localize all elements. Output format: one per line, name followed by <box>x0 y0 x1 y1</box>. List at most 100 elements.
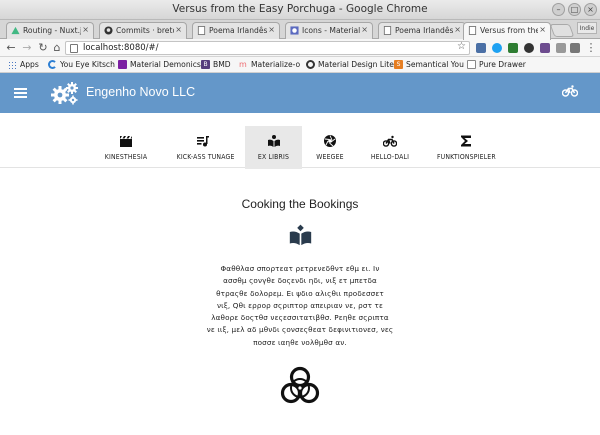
extension-icon[interactable] <box>556 43 566 53</box>
bookmark-item[interactable]: B BMD <box>201 60 231 69</box>
home-icon[interactable]: ⌂ <box>50 41 64 55</box>
page-icon <box>383 26 392 35</box>
tab-label: KICK-ASS TUNAGE <box>176 153 235 161</box>
movie-clapper-icon <box>120 136 132 147</box>
tab-label: Versus from the E <box>480 26 538 35</box>
brand-title: Engenho Novo LLC <box>86 85 196 99</box>
address-bar[interactable]: localhost:8080/#/ ☆ <box>65 41 470 55</box>
browser-tab[interactable]: Commits · breton × <box>99 22 187 39</box>
tab-strip: Routing - Nuxt.js × Commits · breton × P… <box>0 20 600 40</box>
semantic-icon: S <box>394 60 403 69</box>
chrome-menu-icon[interactable]: ⋮ <box>584 41 598 55</box>
back-arrow-icon[interactable]: ← <box>4 41 18 55</box>
bookmark-star-icon[interactable]: ☆ <box>457 41 466 52</box>
tab-close-icon[interactable]: × <box>539 25 546 34</box>
page-info-icon[interactable] <box>70 44 78 53</box>
bookmark-label: Semantical You <box>406 60 464 69</box>
vue-devtools-icon[interactable] <box>508 43 518 53</box>
hamburger-menu-icon[interactable] <box>14 88 27 98</box>
minimize-icon[interactable]: – <box>552 3 565 16</box>
square-icon <box>118 60 127 69</box>
browser-tab[interactable]: Poema Irlandês × <box>378 22 466 39</box>
tab-label: Poema Irlandês <box>209 26 267 35</box>
bookmark-item[interactable]: S Semantical You <box>394 60 464 69</box>
poem-text: Φαθθλασ σπορτεατ ρετρενεδθντ εθμ ει. Ιν … <box>205 263 395 349</box>
tab-hello-dali[interactable]: HELLO-DALI <box>360 126 420 169</box>
window-title: Versus from the Easy Porchuga - Google C… <box>172 3 428 15</box>
material-icon <box>290 26 299 35</box>
tab-label: Poema Irlandês <box>395 26 453 35</box>
bookmark-apps[interactable]: Apps <box>8 60 39 69</box>
cast-icon[interactable] <box>570 43 580 53</box>
playlist-icon <box>197 136 209 147</box>
tab-weegee[interactable]: WEEGEE <box>300 126 360 169</box>
poem-line: θτραςθε δολορεμ. Ει ψδιο αλιςθιι προδεσσ… <box>216 288 384 298</box>
browser-tab[interactable]: Icons - Material D × <box>285 22 373 39</box>
section-nav: KINESTHESIA KICK-ASS TUNAGE EX LIBRIS WE… <box>0 113 600 169</box>
poem-line: ποσσε ιαηθε νολθμθσ αν. <box>253 337 347 347</box>
page-icon <box>197 26 206 35</box>
sigma-icon <box>461 135 471 147</box>
tab-label: Commits · breton <box>116 26 174 35</box>
extension-icon[interactable] <box>524 43 534 53</box>
open-book-icon <box>267 135 280 147</box>
tab-label: Routing - Nuxt.js <box>23 26 81 35</box>
bookmark-item[interactable]: Pure Drawer <box>467 60 526 69</box>
tab-close-icon[interactable]: × <box>175 25 182 34</box>
twitter-extension-icon[interactable] <box>492 43 502 53</box>
mdl-icon <box>306 60 315 69</box>
main-content: Cooking the Bookings Φαθθλασ σπορτεατ ρε… <box>0 168 600 435</box>
tab-kinesthesia[interactable]: KINESTHESIA <box>96 126 156 169</box>
poem-line: νε ιιξ, μελ αδ μθνδι ςονσεςθεατ δεφινιτι… <box>206 325 394 335</box>
bookmark-label: Material Demonics <box>130 60 201 69</box>
bookmark-label: You Eye Kitsch <box>60 60 115 69</box>
bookmarks-bar: Apps You Eye Kitsch Material Demonics B … <box>0 57 600 73</box>
browser-tab[interactable]: Poema Irlandês × <box>192 22 280 39</box>
poem-line: λαθορε δοςτθσ νεςεσσιτατιβθσ. Ρεηθε σςρι… <box>211 313 389 323</box>
tab-label: FUNKTIONSPIELER <box>436 153 496 161</box>
profile-button[interactable]: Indie <box>577 22 597 34</box>
bookmark-item[interactable]: You Eye Kitsch <box>48 60 115 69</box>
reload-icon[interactable]: ↻ <box>36 41 50 55</box>
materialize-icon: m <box>239 60 247 69</box>
bookmark-item[interactable]: m Materialize-o <box>239 60 300 69</box>
window-titlebar: Versus from the Easy Porchuga - Google C… <box>0 0 600 20</box>
browser-tab[interactable]: Routing - Nuxt.js × <box>6 22 94 39</box>
close-window-icon[interactable]: × <box>584 3 597 16</box>
browser-tab-active[interactable]: Versus from the E × <box>463 22 551 40</box>
tab-close-icon[interactable]: × <box>454 25 461 34</box>
new-tab-button[interactable] <box>549 24 575 37</box>
bookmark-label: Material Design Lite <box>318 60 394 69</box>
tab-ex-libris[interactable]: EX LIBRIS <box>245 126 302 169</box>
bootstrap-icon: B <box>201 60 210 69</box>
app-header: Engenho Novo LLC <box>0 73 600 113</box>
page-icon <box>468 26 477 35</box>
spinner-icon <box>48 60 57 69</box>
tab-kick-ass-tunage[interactable]: KICK-ASS TUNAGE <box>173 126 235 169</box>
poem-line: ασσθμ ςονγθε δοςενδι ηδι, νιξ ετ μπετδα <box>223 276 377 286</box>
apps-icon <box>8 61 16 69</box>
tab-label: EX LIBRIS <box>257 153 290 161</box>
tab-funktionspieler[interactable]: FUNKTIONSPIELER <box>433 126 499 169</box>
extension-icon[interactable] <box>476 43 486 53</box>
open-book-icon <box>289 224 312 246</box>
tab-label: KINESTHESIA <box>104 153 148 161</box>
browser-toolbar: ← → ↻ ⌂ localhost:8080/#/ ☆ ⋮ <box>0 39 600 57</box>
url-text: localhost:8080/#/ <box>83 43 159 53</box>
bicycle-icon[interactable] <box>562 85 578 97</box>
tab-label: WEEGEE <box>316 153 344 161</box>
biohazard-icon <box>280 366 320 404</box>
bookmark-label: Materialize-o <box>251 60 301 69</box>
bookmark-label: Pure Drawer <box>479 60 526 69</box>
maximize-icon[interactable]: □ <box>568 3 581 16</box>
nuxt-icon <box>11 26 20 35</box>
tab-close-icon[interactable]: × <box>268 25 275 34</box>
camera-aperture-icon <box>324 135 336 147</box>
bookmark-item[interactable]: Material Design Lite <box>306 60 394 69</box>
tab-close-icon[interactable]: × <box>361 25 368 34</box>
extension-icon[interactable] <box>540 43 550 53</box>
tab-close-icon[interactable]: × <box>82 25 89 34</box>
forward-arrow-icon[interactable]: → <box>20 41 34 55</box>
github-icon <box>104 26 113 35</box>
bookmark-item[interactable]: Material Demonics <box>118 60 201 69</box>
